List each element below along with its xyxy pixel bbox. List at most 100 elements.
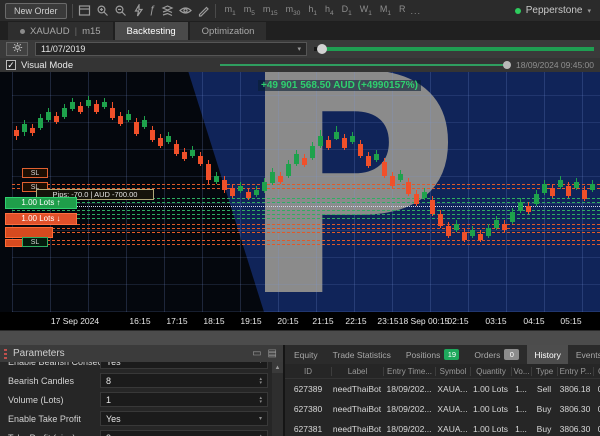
results-tab-trade-statistics[interactable]: Trade Statistics	[325, 345, 398, 364]
buy-position-label[interactable]: 1.00 Lots ↑	[5, 197, 77, 209]
results-tab-history[interactable]: History	[527, 345, 568, 364]
chevron-down-icon: ▾	[587, 7, 591, 15]
history-table-row[interactable]: 627389 needThaiBot 18/09/202... XAUA... 1.00…	[285, 379, 600, 399]
results-tab-badge: 19	[444, 349, 460, 360]
timeframe-m5[interactable]: m5	[244, 4, 255, 17]
eye-icon[interactable]	[178, 4, 192, 17]
tab-backtesting[interactable]: Backtesting	[114, 22, 188, 40]
spinner-icon[interactable]: ▴▾	[259, 395, 262, 404]
history-cell: 627380	[293, 404, 323, 414]
history-column-header[interactable]: Type	[531, 366, 557, 376]
timeframe-m15[interactable]: m15	[263, 4, 278, 17]
stop-loss-label[interactable]: SL	[22, 168, 48, 178]
history-column-header[interactable]: Co...	[593, 366, 600, 376]
history-table-row[interactable]: 627381 needThaiBot 18/09/202... XAUA... 1.00…	[285, 419, 600, 436]
timeframe-m1[interactable]: m1	[225, 4, 236, 17]
parameter-value-select[interactable]: Yes ▾	[100, 362, 268, 369]
time-axis-label: 20:15	[277, 316, 299, 326]
results-tab-orders[interactable]: Orders 0	[467, 345, 527, 364]
tab-optimization[interactable]: Optimization	[189, 22, 267, 40]
start-date-select[interactable]: 11/07/2019 ▾	[35, 42, 307, 56]
history-table-row[interactable]: 627380 needThaiBot 18/09/202... XAUA... 1.00…	[285, 399, 600, 419]
time-axis-label: 19:15	[240, 316, 262, 326]
history-cell: 1.00 Lots	[473, 384, 508, 394]
test-progress-dot[interactable]	[503, 61, 511, 69]
history-cell: 3806.30	[559, 424, 591, 434]
results-tab-events[interactable]: Events	[568, 345, 600, 364]
time-axis-label: 18:15	[203, 316, 225, 326]
timeframe-m1[interactable]: M1	[380, 4, 391, 17]
parameter-value-input[interactable]: 3▴▾	[100, 430, 268, 436]
algo-trading-icon[interactable]	[132, 2, 145, 17]
panel-menu-icon[interactable]: ▤	[268, 348, 277, 359]
parameters-title: Parameters	[13, 348, 65, 359]
timeframe-d1[interactable]: D1	[342, 4, 352, 17]
time-axis[interactable]: 17 Sep 2024 16:15 17:15 18:15 19:15 20:15 21:1…	[0, 312, 600, 330]
time-axis-label: 18 Sep 00:15	[398, 316, 450, 326]
chevron-down-icon[interactable]: ▾	[259, 362, 262, 365]
broker-status[interactable]: Pepperstone ▾	[514, 5, 595, 16]
drag-handle-icon[interactable]	[4, 348, 7, 359]
history-column-header[interactable]: Entry P...	[557, 366, 593, 376]
tab-period: m15	[82, 25, 101, 37]
timeframe-r[interactable]: R	[399, 4, 406, 14]
parameters-scrollbar[interactable]: ▲	[272, 362, 283, 436]
chart-scroll-strip[interactable]	[0, 330, 600, 345]
history-column-header[interactable]: ID	[285, 367, 331, 376]
results-tab-badge: 0	[504, 349, 520, 360]
history-cell: needThaiBot	[332, 424, 382, 434]
new-order-button[interactable]: New Order	[5, 2, 67, 19]
history-cell: 18/09/202...	[386, 404, 432, 414]
parameters-panel: Parameters ▭ ▤ Enable Bearish Consecuti.…	[0, 345, 283, 436]
history-cell: 0.00	[593, 424, 600, 434]
parameter-value: Yes	[106, 362, 121, 367]
history-column-header[interactable]: Quantity	[470, 366, 511, 376]
parameter-row: Volume (Lots) 1 ▴ ▾	[0, 390, 272, 409]
timeframe-w1[interactable]: W1	[360, 4, 372, 17]
slider-handle[interactable]	[317, 44, 327, 54]
parameters-header[interactable]: Parameters ▭ ▤	[0, 345, 283, 362]
chart-left-margin	[0, 72, 12, 312]
tab-symbol: XAUAUD	[30, 25, 70, 37]
scroll-up-icon[interactable]: ▲	[272, 362, 283, 373]
zoom-in-icon[interactable]	[96, 4, 109, 17]
parameter-value: 1	[106, 394, 112, 405]
parameter-value-input[interactable]: 8 ▴ ▾	[100, 373, 268, 388]
history-column-header[interactable]: Symbol	[435, 366, 470, 376]
objects-icon[interactable]	[161, 4, 174, 17]
speed-slider[interactable]	[314, 42, 594, 56]
time-axis-label: 22:15	[345, 316, 367, 326]
parameter-value-select[interactable]: Yes ▾	[100, 411, 268, 426]
chevron-down-icon[interactable]: ▾	[259, 415, 262, 422]
stop-loss-label[interactable]: SL	[22, 237, 48, 247]
spinner-icon[interactable]: ▴▾	[259, 376, 262, 385]
results-tab-label: Positions	[405, 349, 441, 360]
time-axis-label: 17 Sep 2024	[50, 316, 100, 326]
history-table: ID Label Entry Time... Symbol Quantity Vo... T…	[285, 364, 600, 436]
export-icon[interactable]: ▭	[252, 348, 261, 359]
settings-button[interactable]	[6, 42, 28, 56]
sell-position-label[interactable]: 1.00 Lots ↓	[5, 213, 77, 225]
visual-mode-label: Visual Mode	[21, 59, 74, 71]
timeframe-h4[interactable]: h4	[325, 4, 334, 17]
results-tab-positions[interactable]: Positions 19	[398, 345, 467, 364]
visual-mode-checkbox[interactable]: ✓	[6, 60, 16, 70]
chart-window-icon[interactable]	[78, 4, 91, 17]
tab-chart-xauaud[interactable]: XAUAUD | m15	[8, 22, 113, 40]
edit-icon[interactable]	[197, 4, 210, 17]
history-column-header[interactable]: Label	[331, 366, 383, 376]
history-column-header[interactable]: Vo...	[511, 366, 531, 376]
time-axis-label: 23:15	[377, 316, 399, 326]
timeframe-m30[interactable]: m30	[286, 4, 301, 17]
price-chart[interactable]: P SL SL Pips: -70.0 | AUD -700.00 1.00 L…	[0, 72, 600, 312]
zoom-out-icon[interactable]	[114, 4, 127, 17]
parameter-value-input[interactable]: 1 ▴ ▾	[100, 392, 268, 407]
history-column-header[interactable]: Entry Time...	[383, 366, 435, 376]
indicators-icon[interactable]: ƒ	[150, 4, 156, 17]
history-cell: 18/09/202...	[386, 424, 432, 434]
toolbar-divider	[71, 3, 73, 18]
results-tab-equity[interactable]: Equity	[287, 345, 325, 364]
history-cell: 1...	[515, 424, 527, 434]
toolbar-more-button[interactable]: ...	[411, 6, 422, 16]
timeframe-h1[interactable]: h1	[308, 4, 317, 17]
